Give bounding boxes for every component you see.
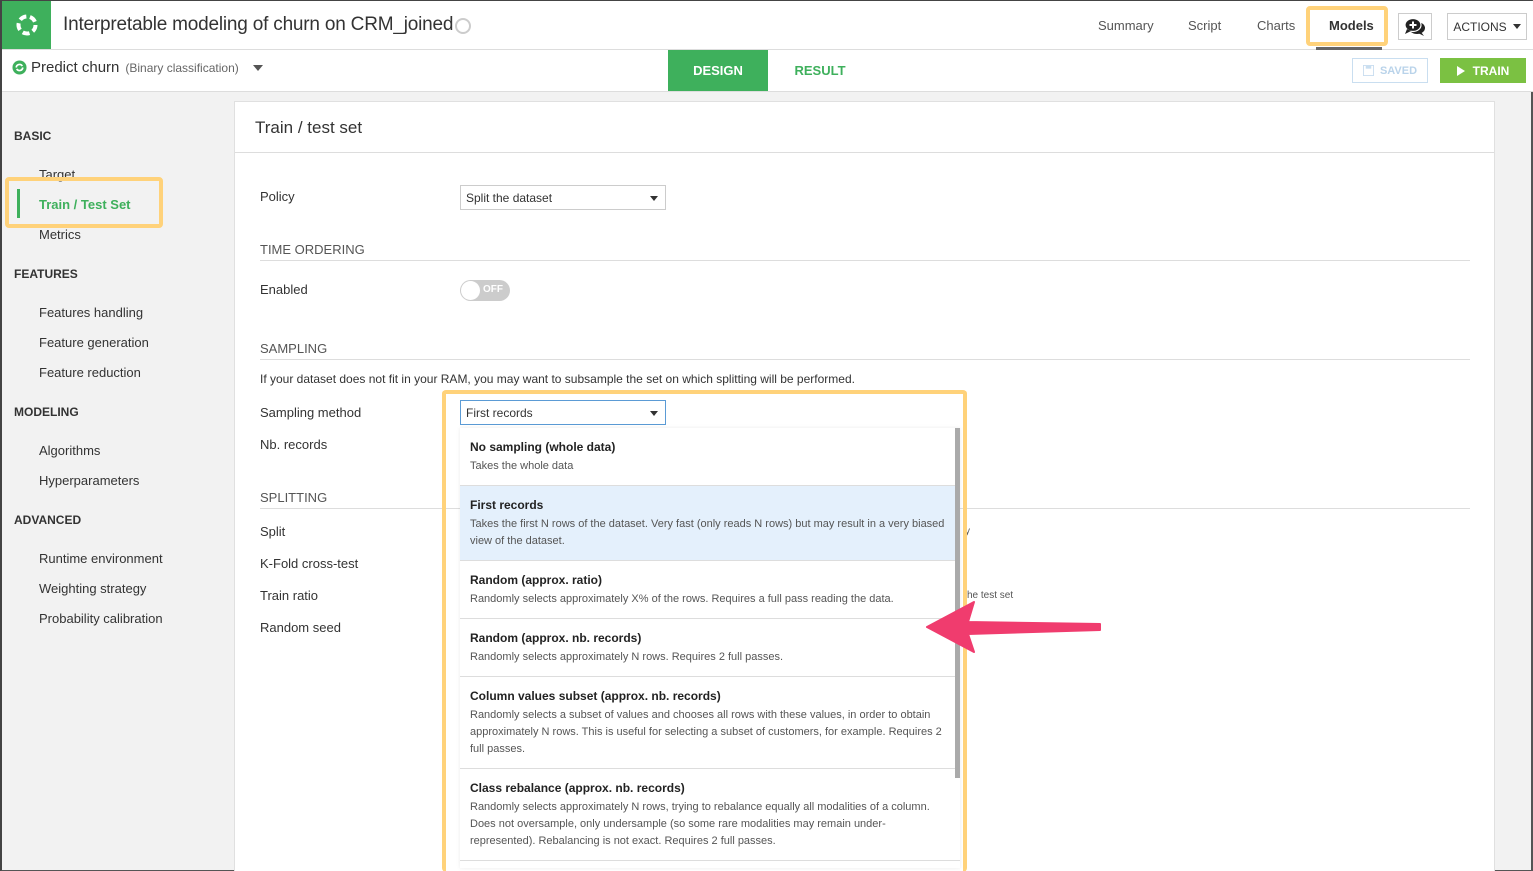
policy-value: Split the dataset — [466, 190, 553, 205]
option-description: Randomly selects approximately N rows, t… — [470, 801, 930, 847]
model-name: Predict churn — [31, 59, 120, 76]
sampling-method-select[interactable]: First records — [460, 400, 666, 425]
app-title: Interpretable modeling of churn on CRM_j… — [63, 14, 454, 35]
policy-label: Policy — [260, 189, 295, 204]
actions-dropdown-button[interactable]: ACTIONS — [1447, 13, 1527, 40]
panel-title: Train / test set — [255, 118, 363, 137]
saved-button[interactable]: SAVED — [1352, 58, 1428, 83]
policy-select[interactable]: Split the dataset — [460, 185, 666, 210]
train-button[interactable]: TRAIN — [1440, 58, 1526, 83]
sidebar-section-features: FEATURES — [14, 267, 78, 281]
toggle-knob — [461, 281, 480, 300]
option-class-rebalance[interactable]: Class rebalance (approx. nb. records) Ra… — [460, 769, 960, 861]
nav-summary[interactable]: Summary — [1098, 18, 1154, 33]
option-random-ratio[interactable]: Random (approx. ratio) Randomly selects … — [460, 561, 960, 619]
option-first-records[interactable]: First records Takes the first N rows of … — [460, 486, 960, 561]
sampling-method-label: Sampling method — [260, 405, 362, 420]
chevron-down-icon — [650, 196, 658, 201]
enabled-label: Enabled — [260, 282, 308, 297]
sidebar-item-runtime-environment[interactable]: Runtime environment — [39, 551, 163, 566]
sidebar-item-probability-calibration[interactable]: Probability calibration — [39, 611, 163, 626]
divider — [235, 152, 1494, 153]
sidebar-section-modeling: MODELING — [14, 405, 79, 419]
sidebar-item-train-test-set[interactable]: Train / Test Set — [39, 197, 131, 212]
splitting-heading: SPLITTING — [260, 490, 328, 505]
time-ordering-heading: TIME ORDERING — [260, 242, 365, 257]
time-ordering-toggle[interactable]: OFF — [460, 280, 510, 301]
option-title: Column values subset (approx. nb. record… — [470, 689, 721, 703]
sidebar-section-advanced: ADVANCED — [14, 513, 82, 527]
sampling-method-options: No sampling (whole data) Takes the whole… — [460, 428, 960, 868]
random-seed-label: Random seed — [260, 620, 341, 635]
option-title: Class rebalance (approx. nb. records) — [470, 781, 685, 795]
sidebar-item-feature-reduction[interactable]: Feature reduction — [39, 365, 141, 380]
model-type: (Binary classification) — [125, 60, 239, 75]
sampling-method-value: First records — [466, 405, 533, 420]
chevron-down-icon — [1512, 24, 1521, 29]
option-title: Random (approx. nb. records) — [470, 631, 642, 645]
train-ratio-label: Train ratio — [260, 588, 319, 603]
model-subbar: Predict churn (Binary classification) DE… — [2, 50, 1533, 92]
nav-models[interactable]: Models — [1329, 18, 1374, 33]
tab-design[interactable]: DESIGN — [668, 50, 768, 91]
sidebar-item-features-handling[interactable]: Features handling — [39, 305, 143, 320]
save-icon — [1362, 65, 1374, 76]
compass-icon[interactable] — [455, 18, 471, 34]
chat-plus-icon — [1404, 17, 1425, 36]
annotation-arrow-icon — [926, 601, 1101, 653]
saved-label: SAVED — [1379, 64, 1418, 77]
sampling-description: If your dataset does not fit in your RAM… — [260, 372, 855, 386]
sidebar-item-algorithms[interactable]: Algorithms — [39, 443, 100, 458]
option-description: Randomly selects a subset of values and … — [470, 709, 942, 755]
divider — [260, 260, 1470, 261]
chevron-down-icon — [252, 64, 263, 71]
app-logo[interactable] — [2, 1, 51, 49]
nav-script[interactable]: Script — [1188, 18, 1221, 33]
option-title: No sampling (whole data) — [470, 440, 616, 454]
tab-result[interactable]: RESULT — [770, 50, 870, 91]
nb-records-label: Nb. records — [260, 437, 328, 452]
toggle-state: OFF — [483, 284, 503, 295]
option-no-sampling[interactable]: No sampling (whole data) Takes the whole… — [460, 428, 960, 486]
sidebar-section-basic: BASIC — [14, 129, 52, 143]
model-status-icon — [12, 60, 27, 75]
option-title: First records — [470, 498, 544, 512]
split-label: Split — [260, 524, 286, 539]
sidebar-item-metrics[interactable]: Metrics — [39, 227, 81, 242]
option-title: Random (approx. ratio) — [470, 573, 603, 587]
option-description: Takes the whole data — [470, 460, 574, 472]
divider — [260, 359, 1470, 360]
nav-charts[interactable]: Charts — [1257, 18, 1295, 33]
option-description: Takes the first N rows of the dataset. V… — [470, 518, 945, 547]
model-selector[interactable]: Predict churn (Binary classification) — [12, 59, 263, 76]
sidebar-item-weighting-strategy[interactable]: Weighting strategy — [39, 581, 146, 596]
sidebar-item-hyperparameters[interactable]: Hyperparameters — [39, 473, 139, 488]
option-description: Randomly selects approximately X% of the… — [470, 593, 894, 605]
design-sidebar: BASIC Target Train / Test Set Metrics FE… — [2, 93, 232, 871]
sidebar-item-feature-generation[interactable]: Feature generation — [39, 335, 149, 350]
train-label: TRAIN — [1472, 63, 1510, 78]
option-column-values-subset[interactable]: Column values subset (approx. nb. record… — [460, 677, 960, 769]
actions-label: ACTIONS — [1453, 19, 1507, 34]
discussions-button[interactable] — [1398, 13, 1432, 40]
option-description: Randomly selects approximately N rows. R… — [470, 651, 784, 663]
sampling-heading: SAMPLING — [260, 341, 328, 356]
logo-icon — [16, 14, 37, 36]
active-item-indicator — [17, 189, 20, 218]
chevron-down-icon — [650, 411, 658, 416]
play-icon — [1456, 65, 1465, 76]
kfold-label: K-Fold cross-test — [260, 556, 359, 571]
option-random-nb-records[interactable]: Random (approx. nb. records) Randomly se… — [460, 619, 960, 677]
top-bar: Interpretable modeling of churn on CRM_j… — [2, 1, 1533, 50]
